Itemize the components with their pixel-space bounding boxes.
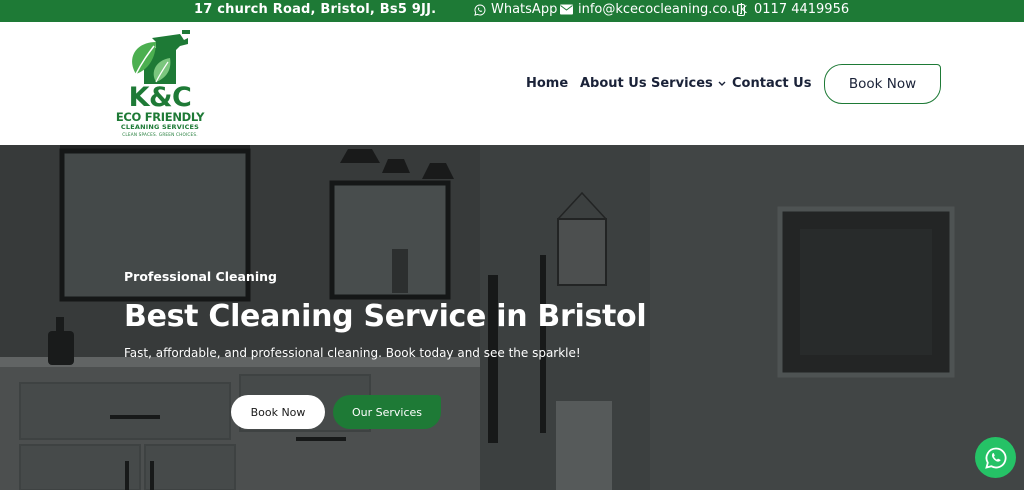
site-header: K&C ECO FRIENDLY CLEANING SERVICES CLEAN…	[0, 22, 1024, 145]
logo-line1: ECO FRIENDLY	[115, 110, 205, 124]
nav-home[interactable]: Home	[526, 76, 568, 91]
envelope-icon	[560, 4, 573, 15]
hero-section: Professional Cleaning Best Cleaning Serv…	[0, 145, 1024, 490]
phone-link[interactable]: 0117 4419956	[737, 2, 849, 17]
phone-icon	[737, 3, 745, 16]
nav-contact-us[interactable]: Contact Us	[732, 76, 811, 91]
site-logo[interactable]: K&C ECO FRIENDLY CLEANING SERVICES CLEAN…	[110, 28, 210, 142]
logo-tagline: CLEAN SPACES. GREEN CHOICES.	[122, 132, 198, 137]
hero-our-services-button[interactable]: Our Services	[333, 395, 441, 429]
top-contact-bar: 17 church Road, Bristol, Bs5 9JJ. WhatsA…	[0, 0, 1024, 22]
phone-text: 0117 4419956	[754, 2, 850, 17]
header-book-now-button[interactable]: Book Now	[824, 64, 941, 104]
logo-line2: CLEANING SERVICES	[120, 123, 200, 131]
address-text: 17 church Road, Bristol, Bs5 9JJ.	[194, 2, 437, 17]
whatsapp-link[interactable]: WhatsApp	[474, 2, 557, 17]
nav-services-label: Services	[651, 76, 713, 91]
whatsapp-icon	[474, 3, 486, 16]
hero-title: Best Cleaning Service in Bristol	[124, 299, 647, 334]
chevron-down-icon	[718, 81, 726, 86]
logo-brand: K&C	[128, 82, 192, 113]
whatsapp-label: WhatsApp	[491, 2, 558, 17]
whatsapp-icon	[984, 447, 1006, 469]
hero-eyebrow: Professional Cleaning	[124, 269, 277, 284]
nav-about-us[interactable]: About Us	[580, 76, 647, 91]
email-text: info@kcecocleaning.co.uk	[578, 2, 748, 17]
hero-book-now-button[interactable]: Book Now	[231, 395, 325, 429]
spray-bottle-leaf-icon	[132, 30, 190, 84]
whatsapp-chat-button[interactable]	[975, 437, 1016, 478]
hero-subtitle: Fast, affordable, and professional clean…	[124, 346, 581, 360]
email-link[interactable]: info@kcecocleaning.co.uk	[560, 2, 747, 17]
nav-services[interactable]: Services	[651, 76, 726, 91]
